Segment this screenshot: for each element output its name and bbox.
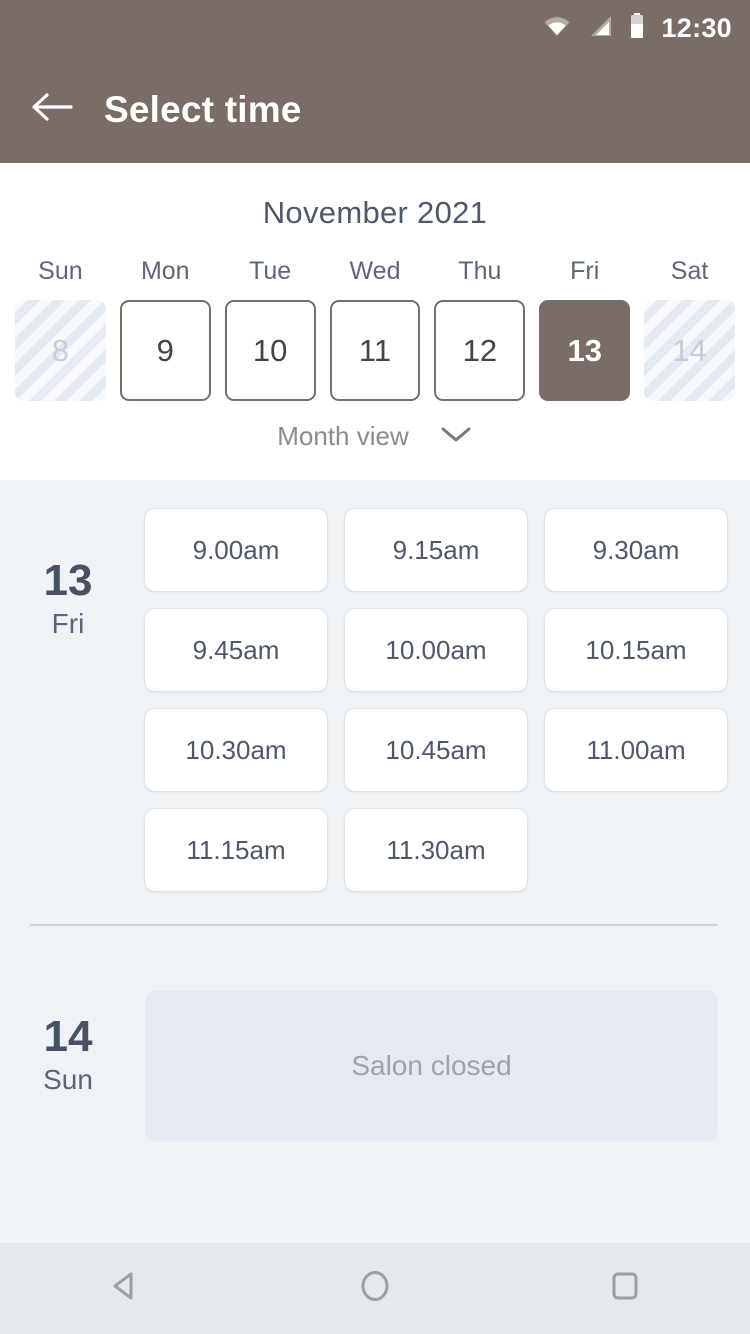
day-name: Sun bbox=[43, 1064, 93, 1096]
recents-nav-button[interactable] bbox=[565, 1243, 685, 1334]
cellular-signal-icon bbox=[587, 14, 613, 43]
weekday-label: Sun bbox=[38, 257, 83, 285]
circle-icon bbox=[355, 1266, 395, 1311]
time-slot[interactable]: 10.30am bbox=[145, 709, 327, 791]
time-slot[interactable]: 11.30am bbox=[345, 809, 527, 891]
weekday-label: Wed bbox=[349, 257, 401, 285]
weekday-label: Fri bbox=[570, 257, 600, 285]
weekday-label: Tue bbox=[249, 257, 292, 285]
month-view-label: Month view bbox=[277, 421, 409, 451]
calendar-strip: November 2021 Sun Mon Tue Wed Thu Fri Sa… bbox=[0, 163, 750, 480]
time-slot[interactable]: 10.00am bbox=[345, 609, 527, 691]
weekday-label: Thu bbox=[458, 257, 502, 285]
calendar-day-14: 14 bbox=[644, 300, 735, 401]
calendar-day-11[interactable]: 11 bbox=[329, 300, 421, 401]
back-nav-button[interactable] bbox=[65, 1243, 185, 1334]
calendar-month-title: November 2021 bbox=[262, 195, 488, 230]
schedule-day-14: 14 Sun Salon closed bbox=[0, 926, 750, 1150]
calendar-day-10[interactable]: 10 bbox=[224, 300, 316, 401]
day-gutter: 14 Sun bbox=[0, 982, 136, 1150]
schedule-list: 13 Fri 9.00am 9.15am 9.30am 9.45am 10.00… bbox=[0, 480, 750, 1243]
wifi-icon bbox=[543, 15, 571, 42]
salon-closed-card: Salon closed bbox=[145, 991, 718, 1141]
square-icon bbox=[605, 1266, 645, 1311]
day-number: 14 bbox=[43, 1012, 93, 1061]
day-name: Fri bbox=[51, 608, 85, 640]
back-button[interactable] bbox=[0, 56, 104, 163]
weekday-label: Sat bbox=[670, 257, 709, 285]
day-number: 13 bbox=[43, 556, 93, 605]
calendar-days-row: 8 9 10 11 12 13 14 bbox=[0, 300, 750, 401]
calendar-day-9[interactable]: 9 bbox=[119, 300, 211, 401]
time-slot-grid: 9.00am 9.15am 9.30am 9.45am 10.00am 10.1… bbox=[136, 500, 750, 900]
chevron-down-icon bbox=[439, 424, 473, 449]
time-slot[interactable]: 11.00am bbox=[545, 709, 727, 791]
calendar-day-13[interactable]: 13 bbox=[539, 300, 631, 401]
status-bar-clock: 12:30 bbox=[661, 12, 732, 43]
time-slot[interactable]: 10.15am bbox=[545, 609, 727, 691]
weekday-label: Mon bbox=[140, 257, 190, 285]
status-bar: 12:30 bbox=[0, 0, 750, 56]
time-slot[interactable]: 9.45am bbox=[145, 609, 327, 691]
home-nav-button[interactable] bbox=[315, 1243, 435, 1334]
system-navigation-bar bbox=[0, 1243, 750, 1334]
triangle-left-icon bbox=[105, 1266, 145, 1311]
calendar-weekday-header: Sun Mon Tue Wed Thu Fri Sat bbox=[0, 257, 750, 286]
calendar-day-8: 8 bbox=[15, 300, 106, 401]
time-slot[interactable]: 9.15am bbox=[345, 509, 527, 591]
schedule-day-13: 13 Fri 9.00am 9.15am 9.30am 9.45am 10.00… bbox=[0, 480, 750, 900]
arrow-left-icon bbox=[31, 92, 73, 127]
time-slot[interactable]: 9.00am bbox=[145, 509, 327, 591]
day-gutter: 13 Fri bbox=[0, 500, 136, 900]
calendar-day-12[interactable]: 12 bbox=[434, 300, 526, 401]
time-slot[interactable]: 10.45am bbox=[345, 709, 527, 791]
month-view-toggle[interactable]: Month view bbox=[0, 421, 750, 452]
time-slot[interactable]: 11.15am bbox=[145, 809, 327, 891]
app-bar: Select time bbox=[0, 56, 750, 163]
time-slot[interactable]: 9.30am bbox=[545, 509, 727, 591]
battery-icon bbox=[629, 12, 645, 44]
page-title: Select time bbox=[104, 88, 302, 130]
phone-screen: 12:30 Select time November 2021 Sun Mon … bbox=[0, 0, 750, 1334]
